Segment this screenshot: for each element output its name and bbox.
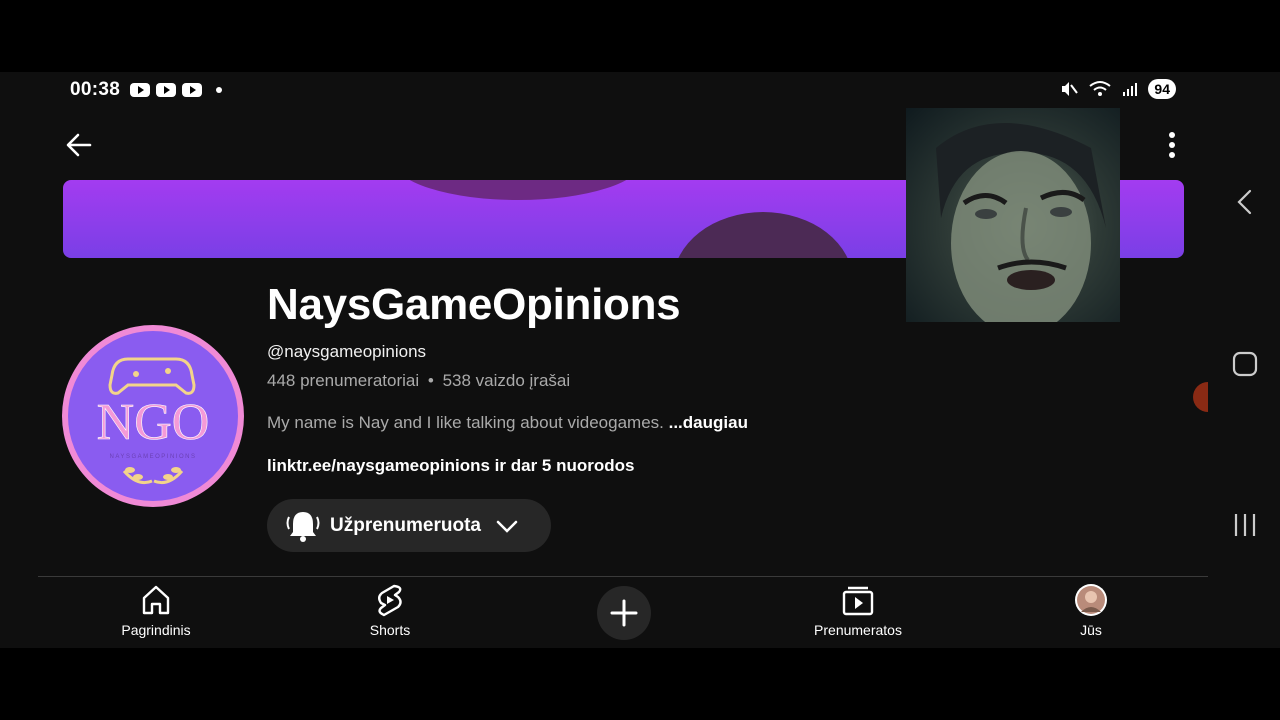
wifi-icon — [1089, 81, 1112, 96]
face-image — [936, 123, 1106, 322]
channel-name: NaysGameOpinions — [267, 280, 681, 329]
more-options-button[interactable] — [1160, 128, 1184, 164]
subscriptions-icon — [842, 586, 874, 616]
bell-icon — [286, 511, 320, 542]
chevron-down-icon — [496, 520, 518, 533]
channel-handle: @naysgameopinions — [267, 342, 427, 361]
vertical-dots-icon — [1169, 132, 1175, 158]
nav-home[interactable]: Pagrindinis — [76, 582, 236, 646]
signal-icon — [1123, 83, 1138, 96]
profile-avatar-icon — [1075, 584, 1107, 616]
stats-separator: • — [427, 371, 434, 390]
system-recents-icon[interactable] — [1230, 510, 1260, 540]
ngo-logo: NGO NAYSGAMEOPINIONS — [96, 357, 210, 485]
webcam-overlay — [906, 108, 1120, 322]
subscribed-label: Užprenumeruota — [330, 514, 481, 536]
youtube-icon — [156, 83, 177, 97]
avatar-badge: NGO NAYSGAMEOPINIONS — [68, 331, 238, 501]
create-button[interactable] — [597, 586, 651, 640]
plus-icon — [610, 599, 638, 627]
subscribed-button[interactable]: Užprenumeruota — [267, 499, 551, 552]
video-count: 538 vaizdo įrašai — [442, 371, 571, 390]
more-link[interactable]: ...daugiau — [669, 413, 748, 432]
avatar-caption: NAYSGAMEOPINIONS — [110, 454, 197, 460]
home-icon — [142, 585, 170, 615]
avatar-text: NGO — [97, 394, 210, 451]
divider — [38, 576, 1208, 577]
nav-subscriptions-label: Prenumeratos — [814, 622, 902, 638]
shorts-icon — [378, 584, 402, 617]
nav-you[interactable]: Jūs — [1011, 582, 1171, 646]
channel-stats: 448 prenumeratoriai • 538 vaizdo įrašai — [267, 371, 570, 391]
system-back-icon[interactable] — [1230, 186, 1260, 218]
nav-shorts[interactable]: Shorts — [310, 582, 470, 646]
nav-shorts-label: Shorts — [369, 622, 411, 638]
youtube-channel-screen: 00:38 94 NGO NAYSGAMEOPINIONS NaysGameOp… — [0, 72, 1280, 648]
status-bar-right: 94 — [1060, 79, 1176, 99]
nav-home-label: Pagrindinis — [121, 622, 191, 638]
subscriber-count: 448 prenumeratoriai — [267, 371, 420, 390]
nav-you-label: Jūs — [1080, 622, 1102, 638]
description-text: My name is Nay and I like talking about … — [267, 413, 664, 432]
youtube-icon — [182, 83, 203, 97]
arrow-left-icon — [66, 133, 92, 157]
side-panel-bg — [1208, 372, 1248, 422]
channel-avatar[interactable]: NGO NAYSGAMEOPINIONS — [62, 325, 244, 507]
channel-links[interactable]: linktr.ee/naysgameopinions ir dar 5 nuor… — [267, 456, 634, 476]
status-bar-left: 00:38 — [70, 78, 223, 102]
banner-shape — [673, 212, 853, 258]
channel-description: My name is Nay and I like talking about … — [267, 413, 748, 433]
clock: 00:38 — [70, 79, 121, 100]
battery-indicator: 94 — [1148, 79, 1176, 99]
back-button[interactable] — [60, 128, 102, 162]
mute-icon — [1062, 82, 1079, 96]
system-home-icon[interactable] — [1230, 349, 1260, 379]
nav-subscriptions[interactable]: Prenumeratos — [778, 582, 938, 646]
notification-dot-icon — [216, 87, 223, 93]
youtube-icon — [130, 83, 151, 97]
banner-shape — [393, 180, 643, 200]
